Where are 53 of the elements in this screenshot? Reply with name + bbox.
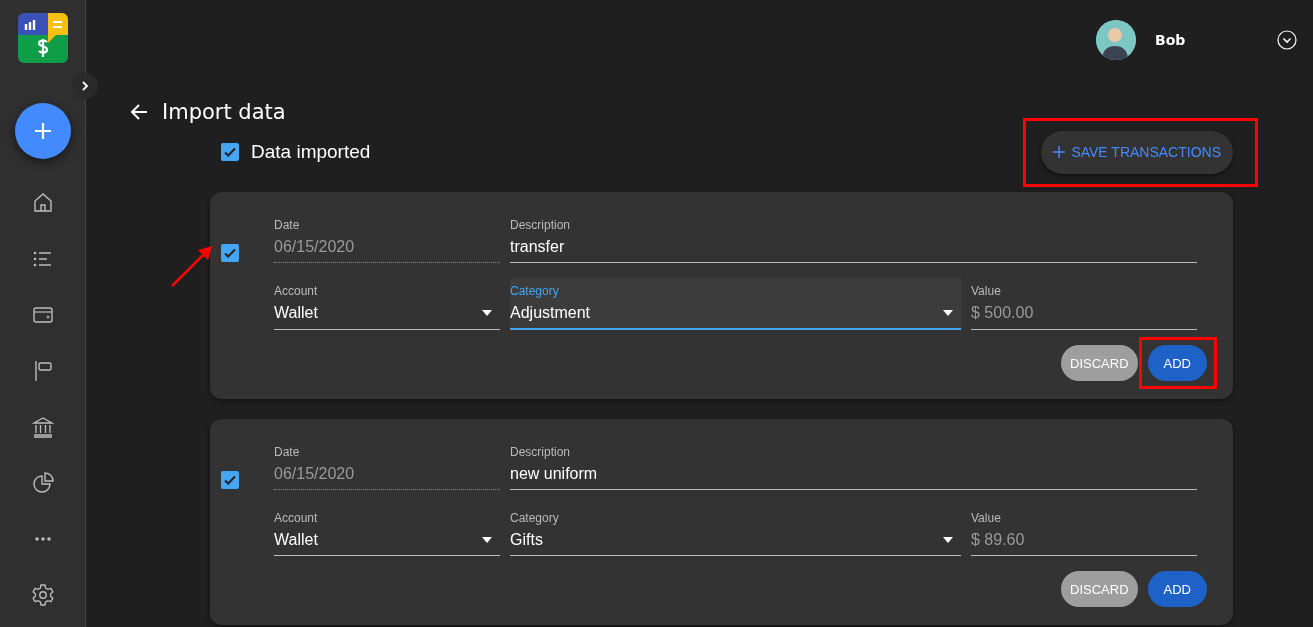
add-button[interactable]	[14, 103, 71, 159]
checkbox[interactable]	[221, 143, 239, 161]
checkbox[interactable]	[221, 244, 239, 262]
field-value: new uniform	[510, 465, 598, 483]
settings-icon[interactable]	[30, 583, 55, 607]
input-field[interactable]: Date 06/15/2020	[274, 212, 500, 263]
caret-icon	[943, 310, 953, 316]
page-title: Import data	[162, 100, 286, 124]
select-field[interactable]: Account Wallet	[274, 278, 500, 330]
field-value: Adjustment	[510, 304, 591, 322]
save-transactions-button[interactable]: SAVE TRANSACTIONS	[1041, 130, 1233, 174]
input-field[interactable]: Value $ 89.60	[971, 505, 1197, 556]
field-value: 06/15/2020	[274, 238, 355, 256]
select-field[interactable]: Category Adjustment	[510, 278, 961, 330]
field-label: Value	[971, 284, 1002, 298]
field-label: Category	[510, 284, 560, 298]
field-value: Wallet	[274, 304, 318, 322]
field-label: Account	[274, 511, 319, 525]
field-label: Date	[274, 218, 301, 232]
status-label: Data imported	[251, 141, 371, 163]
dropdown-icon[interactable]	[1277, 30, 1297, 50]
input-field[interactable]: Description new uniform	[510, 439, 1197, 490]
field-value: 06/15/2020	[274, 465, 355, 483]
caret-icon	[943, 537, 953, 543]
field-label: Date	[274, 445, 301, 459]
input-field[interactable]: Value $ 500.00	[971, 278, 1197, 330]
select-field[interactable]: Category Gifts	[510, 505, 961, 556]
avatar-icon	[1096, 20, 1136, 60]
plus-icon	[32, 121, 53, 141]
field-label: Description	[510, 218, 572, 232]
field-value: transfer	[510, 238, 565, 256]
field-label: Category	[510, 511, 560, 525]
chevron-icon	[79, 80, 91, 92]
field-label: Account	[274, 284, 319, 298]
back-icon[interactable]	[130, 103, 148, 121]
pie-chart-icon[interactable]	[30, 471, 55, 495]
field-label: Value	[971, 511, 1002, 525]
bank-icon[interactable]	[30, 415, 55, 439]
checkbox[interactable]	[221, 471, 239, 489]
field-value: Wallet	[274, 531, 318, 549]
input-field[interactable]: Description transfer	[510, 212, 1197, 263]
user-name: Bob	[1155, 32, 1187, 48]
add-transaction-button[interactable]: ADD	[1147, 345, 1207, 381]
field-value: Gifts	[510, 531, 543, 549]
plus-icon	[1053, 146, 1066, 158]
caret-icon	[482, 310, 492, 316]
expand-button[interactable]	[72, 73, 98, 99]
input-field[interactable]: Date 06/15/2020	[274, 439, 500, 490]
select-field[interactable]: Account Wallet	[274, 505, 500, 556]
field-label: Description	[510, 445, 572, 459]
logo-icon	[17, 13, 68, 63]
add-transaction-button[interactable]: ADD	[1147, 571, 1207, 607]
caret-icon	[482, 537, 492, 543]
